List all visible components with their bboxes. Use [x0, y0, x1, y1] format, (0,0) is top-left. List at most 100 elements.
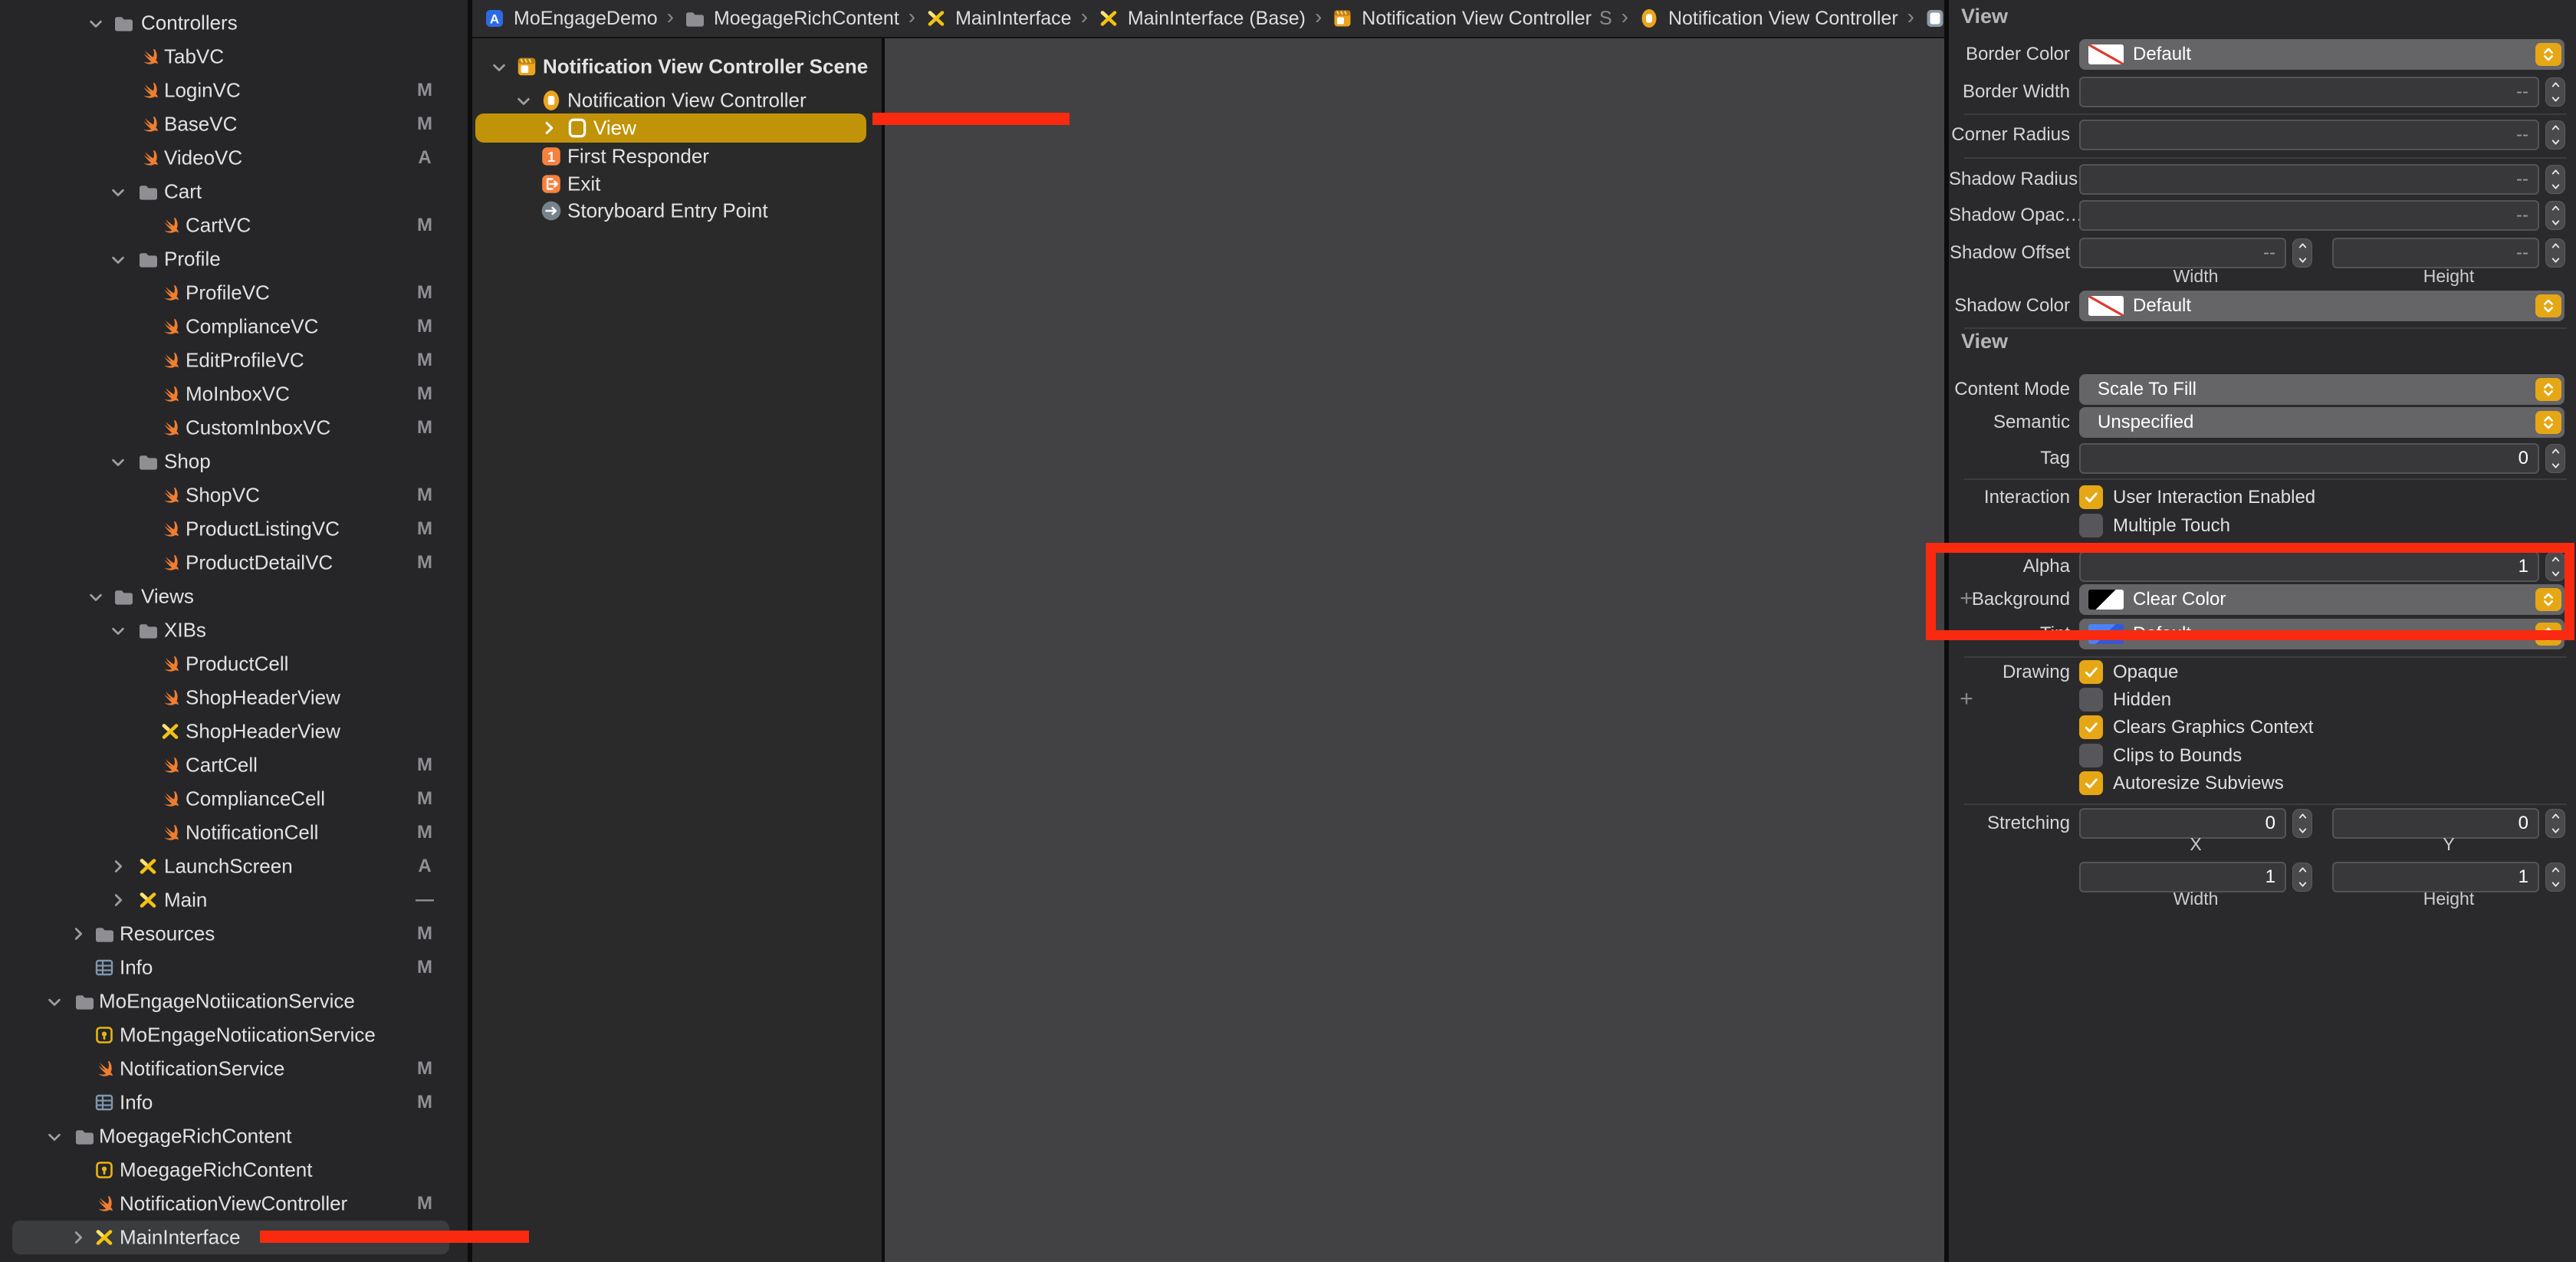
sidebar-item-xibs[interactable]: XIBs: [0, 613, 468, 647]
popup-button-content_mode[interactable]: Scale To Fill: [2079, 374, 2564, 405]
sidebar-item-launchscreen[interactable]: LaunchScreenA: [0, 850, 468, 883]
stepper-control[interactable]: [2545, 201, 2565, 230]
sidebar-item-cart[interactable]: Cart: [0, 175, 468, 209]
sidebar-item-productdetailvc[interactable]: ProductDetailVCM: [0, 546, 468, 580]
sidebar-item-shopheaderview[interactable]: ShopHeaderView: [0, 715, 468, 748]
sidebar-item-custominboxvc[interactable]: CustomInboxVCM: [0, 411, 468, 445]
sidebar-item-compliancevc[interactable]: ComplianceVCM: [0, 310, 468, 343]
sidebar-item-main[interactable]: Main—: [0, 883, 468, 917]
breadcrumb-item-maininterface[interactable]: MainInterface: [925, 7, 1071, 30]
breadcrumb-item-view[interactable]: View: [1924, 7, 1944, 30]
checkbox-hidden[interactable]: [2079, 688, 2103, 712]
number-field-border_width[interactable]: --: [2079, 77, 2539, 107]
disclosure-chevron-right-icon[interactable]: [540, 120, 557, 136]
number-field-corner_radius[interactable]: --: [2079, 120, 2539, 150]
sidebar-item-profilevc[interactable]: ProfileVCM: [0, 276, 468, 310]
sidebar-item-controllers[interactable]: Controllers: [0, 6, 468, 40]
sidebar-item-productcell[interactable]: ProductCell: [0, 647, 468, 681]
sidebar-item-cartcell[interactable]: CartCellM: [0, 748, 468, 782]
sidebar-item-tabvc[interactable]: TabVC: [0, 40, 468, 74]
sidebar-item-productlistingvc[interactable]: ProductListingVCM: [0, 512, 468, 546]
disclosure-chevron-right-icon[interactable]: [110, 858, 127, 875]
sidebar-item-notificationservice[interactable]: NotificationServiceM: [0, 1052, 468, 1086]
stepper-control[interactable]: [2545, 238, 2565, 268]
sidebar-item-editprofilevc[interactable]: EditProfileVCM: [0, 343, 468, 377]
disclosure-chevron-right-icon[interactable]: [110, 892, 127, 909]
popup-stepper-cap[interactable]: [2535, 294, 2561, 317]
popup-button-shadow_color[interactable]: Default: [2079, 291, 2564, 321]
checkbox-opaque[interactable]: [2079, 660, 2103, 684]
checkbox-autoresize[interactable]: [2079, 771, 2103, 795]
disclosure-chevron-down-icon[interactable]: [110, 622, 127, 639]
sidebar-item-info[interactable]: InfoM: [0, 951, 468, 984]
outline-item-view[interactable]: View: [472, 113, 882, 143]
disclosure-chevron-down-icon[interactable]: [515, 92, 532, 109]
breadcrumb-separator: ›: [1907, 5, 1914, 29]
number-field-shadow_radius[interactable]: --: [2079, 164, 2539, 195]
sidebar-item-notificationcell[interactable]: NotificationCellM: [0, 816, 468, 850]
popup-button-border_color[interactable]: Default: [2079, 39, 2564, 70]
sidebar-item-notificationviewcontroller[interactable]: NotificationViewControllerM: [0, 1187, 468, 1221]
sidebar-item-shopheaderview[interactable]: ShopHeaderView: [0, 681, 468, 715]
step-down-icon: [2550, 217, 2561, 228]
breadcrumb-item-notification-view-controller[interactable]: Notification View Controller: [1638, 7, 1898, 30]
disclosure-chevron-down-icon[interactable]: [491, 58, 508, 75]
sidebar-item-info[interactable]: InfoM: [0, 1086, 468, 1119]
sidebar-item-videovc[interactable]: VideoVCA: [0, 141, 468, 175]
connect-attribute-plus-button[interactable]: +: [1955, 686, 1978, 712]
outline-item-first-responder[interactable]: 1First Responder: [472, 141, 882, 172]
popup-button-semantic[interactable]: Unspecified: [2079, 407, 2564, 438]
sidebar-item-moengagenotiicationservice[interactable]: MoEngageNotiicationService: [0, 984, 468, 1018]
disclosure-chevron-down-icon[interactable]: [87, 588, 104, 605]
stepper-control[interactable]: [2545, 77, 2565, 107]
breadcrumb-item-moengagedemo[interactable]: AMoEngageDemo: [483, 7, 658, 30]
sidebar-item-moegagerichcontent[interactable]: MoegageRichContent: [0, 1119, 468, 1153]
breadcrumb-item-maininterface-base-[interactable]: MainInterface (Base): [1097, 7, 1306, 30]
disclosure-chevron-down-icon[interactable]: [110, 183, 127, 200]
stepper-control[interactable]: [2545, 120, 2565, 150]
breadcrumb-item-notification-view-controller[interactable]: Notification View ControllerS: [1331, 7, 1612, 30]
sidebar-item-moegagerichcontent[interactable]: MoegageRichContent: [0, 1153, 468, 1187]
number-field-shadow_opacity[interactable]: --: [2079, 200, 2539, 231]
disclosure-chevron-down-icon[interactable]: [46, 1128, 63, 1145]
checkbox-clears_graphics[interactable]: [2079, 715, 2103, 739]
disclosure-chevron-down-icon[interactable]: [87, 15, 104, 31]
breadcrumb-item-moegagerichcontent[interactable]: MoegageRichContent: [683, 7, 899, 30]
stepper-control[interactable]: [2545, 165, 2565, 194]
stepper-control[interactable]: [2545, 444, 2565, 473]
disclosure-chevron-right-icon[interactable]: [70, 925, 87, 942]
checkbox-multiple_touch[interactable]: [2079, 514, 2103, 537]
disclosure-chevron-right-icon[interactable]: [70, 1229, 87, 1246]
sidebar-item-compliancecell[interactable]: ComplianceCellM: [0, 782, 468, 816]
number-field-stretching_wh-2[interactable]: 1: [2332, 862, 2539, 892]
outline-item-storyboard-entry-point[interactable]: Storyboard Entry Point: [472, 196, 882, 226]
stepper-control[interactable]: [2292, 238, 2312, 268]
sidebar-item-shopvc[interactable]: ShopVCM: [0, 478, 468, 512]
sidebar-item-shop[interactable]: Shop: [0, 445, 468, 478]
sidebar-item-moinboxvc[interactable]: MoInboxVCM: [0, 377, 468, 411]
sidebar-item-loginvc[interactable]: LoginVCM: [0, 74, 468, 107]
sidebar-item-cartvc[interactable]: CartVCM: [0, 209, 468, 242]
stepper-control[interactable]: [2292, 863, 2312, 892]
outline-item-notification-view-controller-scene[interactable]: Notification View Controller Scene: [472, 51, 882, 82]
number-field-stretching_wh-1[interactable]: 1: [2079, 862, 2286, 892]
number-field-shadow_offset-2[interactable]: --: [2332, 238, 2539, 268]
sidebar-item-resources[interactable]: ResourcesM: [0, 917, 468, 951]
stepper-control[interactable]: [2545, 863, 2565, 892]
sidebar-item-basevc[interactable]: BaseVCM: [0, 107, 468, 141]
sidebar-item-views[interactable]: Views: [0, 580, 468, 613]
outline-item-notification-view-controller[interactable]: Notification View Controller: [472, 85, 882, 116]
popup-stepper-cap[interactable]: [2535, 43, 2561, 66]
sidebar-item-profile[interactable]: Profile: [0, 242, 468, 276]
checkbox-user_interaction[interactable]: [2079, 485, 2103, 509]
number-field-tag[interactable]: 0: [2079, 443, 2539, 474]
popup-stepper-cap[interactable]: [2535, 378, 2561, 401]
checkbox-clips[interactable]: [2079, 744, 2103, 767]
sidebar-item-moengagenotiicationservice[interactable]: MoEngageNotiicationService: [0, 1018, 468, 1052]
outline-item-exit[interactable]: Exit: [472, 169, 882, 199]
disclosure-chevron-down-icon[interactable]: [46, 993, 63, 1010]
popup-stepper-cap[interactable]: [2535, 411, 2561, 434]
disclosure-chevron-down-icon[interactable]: [110, 453, 127, 470]
number-field-shadow_offset-1[interactable]: --: [2079, 238, 2286, 268]
disclosure-chevron-down-icon[interactable]: [110, 251, 127, 268]
